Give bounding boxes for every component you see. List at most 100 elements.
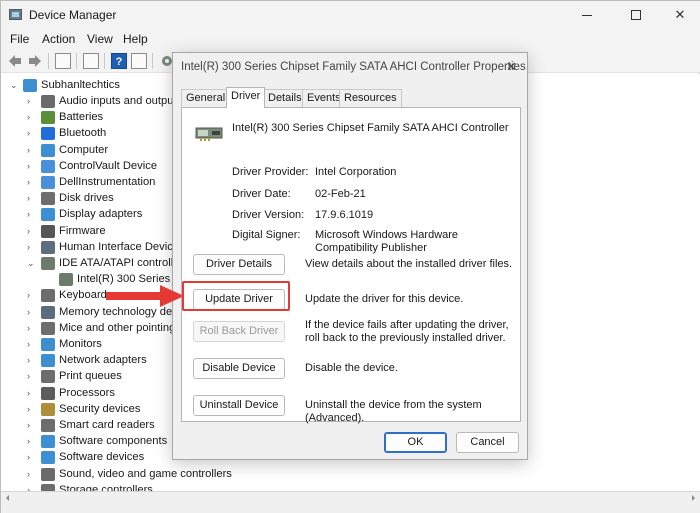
speaker-icon [41,467,55,481]
tree-item-label: Bluetooth [59,127,107,140]
chevron-right-icon[interactable]: › [27,178,35,187]
chevron-right-icon[interactable]: › [27,372,35,381]
monitor-icon [41,176,55,189]
tree-item-label: IDE ATA/ATAPI controlle [59,257,180,269]
driver-details-button[interactable]: Driver Details [193,254,285,275]
minimize-button[interactable] [564,1,610,29]
scan-hardware-icon[interactable] [131,53,147,69]
tree-item-label: Disk drives [59,192,114,205]
smartcard-icon [41,419,55,432]
controller-icon [41,257,55,270]
chevron-right-icon[interactable]: › [27,113,35,122]
chevron-right-icon[interactable]: › [27,453,35,462]
close-icon: ✕ [674,7,686,22]
chevron-right-icon[interactable]: › [27,388,35,397]
chevron-right-icon[interactable]: › [27,129,35,138]
disk-icon [41,192,55,206]
monitor-icon [41,338,55,351]
display-icon [41,208,55,222]
chevron-right-icon[interactable]: › [27,194,35,203]
tree-item-label: Processors [59,386,115,399]
hid-icon [41,240,55,254]
ok-button[interactable]: OK [384,432,447,453]
controller-icon [59,273,73,287]
forward-arrow-icon[interactable] [27,53,43,69]
tree-category[interactable]: › Sound, video and game controllers [1,467,261,483]
maximize-button[interactable] [613,1,659,29]
tree-item-label: Storage controllers [59,483,153,491]
tab-general[interactable]: General [181,89,231,107]
chevron-right-icon[interactable]: › [27,145,35,154]
chevron-right-icon[interactable]: › [27,242,35,251]
menu-action[interactable]: Action [42,32,75,46]
tree-item-label: Audio inputs and output [59,95,177,107]
tab-details[interactable]: Details [263,89,307,107]
dialog-title: Intel(R) 300 Series Chipset Family SATA … [181,61,526,73]
tab-resources[interactable]: Resources [339,89,402,107]
driver-details-desc: View details about the installed driver … [305,258,513,270]
chevron-down-icon[interactable]: ⌄ [27,259,35,268]
red-arrow-icon [106,285,184,307]
tab-driver[interactable]: Driver [226,87,266,108]
minimize-icon [582,14,592,16]
chevron-right-icon[interactable]: › [27,356,35,365]
tree-item-label: DellInstrumentation [59,176,156,188]
horizontal-scrollbar[interactable] [3,494,698,502]
digital-signer-label: Digital Signer: [232,229,301,241]
tree-item-label: Software components [59,435,168,448]
toolbar-separator [104,53,105,69]
device-name: Intel(R) 300 Series Chipset Family SATA … [232,122,509,134]
tree-item-label: Firmware [59,224,106,237]
chevron-right-icon[interactable]: › [27,307,35,316]
security-icon [41,402,55,416]
chevron-right-icon[interactable]: › [27,323,35,332]
back-arrow-icon[interactable] [7,53,23,69]
chevron-right-icon[interactable]: › [27,340,35,349]
list-view-icon[interactable] [83,53,99,69]
driver-provider-value: Intel Corporation [315,166,397,178]
disable-device-button[interactable]: Disable Device [193,358,285,379]
update-driver-highlight [182,281,290,311]
driver-provider-label: Driver Provider: [232,166,309,178]
chevron-right-icon[interactable]: › [27,404,35,413]
driver-version-label: Driver Version: [232,209,305,221]
storage-icon [41,483,55,491]
dialog-close-icon[interactable]: ✕ [506,59,517,75]
tree-root-label: Subhanltechtics [41,79,120,91]
chevron-right-icon[interactable]: › [27,421,35,430]
help-icon[interactable]: ? [111,53,127,69]
close-button[interactable]: ✕ [657,1,700,29]
tree-item-label: Computer [59,143,109,156]
chevron-right-icon[interactable]: › [27,291,35,300]
toolbar-separator [152,53,153,69]
chevron-right-icon[interactable]: › [27,210,35,219]
software-icon [41,435,55,449]
chevron-down-icon[interactable]: ⌄ [10,81,18,90]
uninstall-device-button[interactable]: Uninstall Device [193,395,285,416]
tab-strip: General Driver Details Events Resources [181,87,521,108]
chevron-right-icon[interactable]: › [27,437,35,446]
chip-icon [41,224,55,238]
menu-help[interactable]: Help [123,32,148,46]
cancel-button[interactable]: Cancel [456,432,519,453]
chevron-right-icon[interactable]: › [27,469,35,478]
roll-back-driver-desc: If the device fails after updating the d… [305,319,509,344]
tree-item-label: Software devices [59,451,145,464]
toolbar-separator [76,53,77,69]
tree-item-label: Sound, video and game controllers [59,467,232,480]
tree-item-label: Batteries [59,111,104,124]
driver-tab-panel: Intel(R) 300 Series Chipset Family SATA … [181,107,521,424]
tree-item-label: Print queues [59,370,122,383]
window-title: Device Manager [29,8,117,22]
menu-file[interactable]: File [10,32,29,46]
chevron-right-icon[interactable]: › [27,226,35,235]
tree-item-label: Human Interface Device [59,240,180,253]
tree-item-label: Security devices [59,402,141,415]
properties-icon[interactable] [55,53,71,69]
chevron-right-icon[interactable]: › [27,97,35,106]
monitor-icon [41,159,55,173]
menu-view[interactable]: View [87,32,113,46]
update-driver-desc: Update the driver for this device. [305,293,464,305]
chevron-right-icon[interactable]: › [27,161,35,170]
tree-category[interactable]: › Storage controllers [1,483,261,491]
